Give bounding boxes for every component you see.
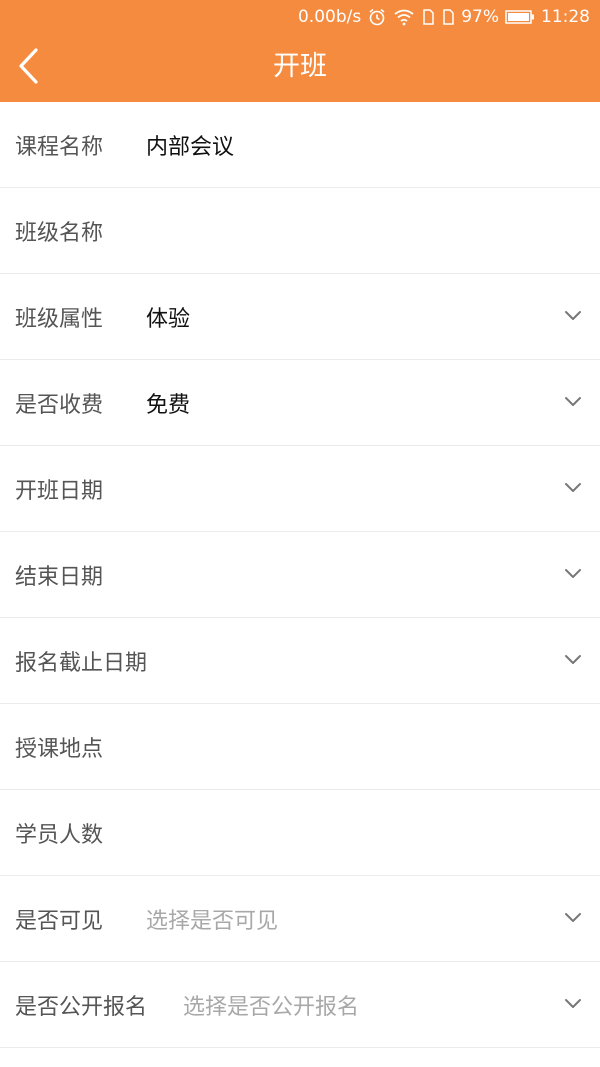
field-label: 课程名称: [15, 134, 104, 160]
field-label: 授课地点: [15, 736, 104, 762]
chevron-left-icon: [19, 48, 38, 84]
field-value[interactable]: 体验: [146, 301, 190, 333]
field-value[interactable]: 免费: [146, 387, 190, 419]
form-row-visibility[interactable]: 是否可见 选择是否可见: [0, 876, 600, 962]
form-row-course-name[interactable]: 课程名称 内部会议: [0, 102, 600, 188]
battery-percent: 97%: [461, 7, 499, 27]
form-row-start-date[interactable]: 开班日期: [0, 446, 600, 532]
alarm-icon: [367, 7, 387, 27]
status-time: 11:28: [541, 7, 590, 27]
chevron-down-icon[interactable]: [564, 307, 582, 325]
chevron-down-icon[interactable]: [564, 651, 582, 669]
form-row-end-date[interactable]: 结束日期: [0, 532, 600, 618]
toolbar: 开班: [0, 34, 600, 102]
field-label: 开班日期: [15, 478, 104, 504]
field-label: 班级属性: [15, 306, 104, 332]
chevron-down-icon[interactable]: [564, 393, 582, 411]
field-label: 报名截止日期: [15, 650, 148, 676]
field-label: 是否收费: [15, 392, 104, 418]
field-label: 学员人数: [15, 822, 104, 848]
field-label: 是否可见: [15, 908, 104, 934]
page-title: 开班: [273, 51, 327, 82]
field-placeholder[interactable]: 选择是否公开报名: [183, 989, 359, 1021]
form-row-location[interactable]: 授课地点: [0, 704, 600, 790]
chevron-down-icon[interactable]: [564, 995, 582, 1013]
chevron-down-icon[interactable]: [564, 565, 582, 583]
form-row-student-count[interactable]: 学员人数: [0, 790, 600, 876]
sim1-icon: [421, 8, 435, 26]
battery-icon: [505, 9, 535, 25]
field-label: 班级名称: [15, 220, 104, 246]
form-row-class-attribute[interactable]: 班级属性 体验: [0, 274, 600, 360]
field-label: 结束日期: [15, 564, 104, 590]
form-row-class-name[interactable]: 班级名称: [0, 188, 600, 274]
field-label: 是否公开报名: [15, 994, 148, 1020]
form-row-signup-deadline[interactable]: 报名截止日期: [0, 618, 600, 704]
app-header: 0.00b/s 97% 11:28 开班: [0, 0, 600, 102]
sim2-icon: [441, 8, 455, 26]
network-speed: 0.00b/s: [297, 7, 362, 27]
field-placeholder[interactable]: 选择是否可见: [146, 903, 278, 935]
form-row-fee[interactable]: 是否收费 免费: [0, 360, 600, 446]
status-bar: 0.00b/s 97% 11:28: [0, 0, 600, 34]
field-value[interactable]: 内部会议: [146, 129, 234, 161]
chevron-down-icon[interactable]: [564, 479, 582, 497]
back-button[interactable]: [8, 44, 48, 88]
class-form: 课程名称 内部会议 班级名称 班级属性 体验 是否收费 免费 开班日期 结束日期…: [0, 102, 600, 1048]
chevron-down-icon[interactable]: [564, 909, 582, 927]
form-row-public-signup[interactable]: 是否公开报名 选择是否公开报名: [0, 962, 600, 1048]
wifi-icon: [393, 8, 415, 26]
